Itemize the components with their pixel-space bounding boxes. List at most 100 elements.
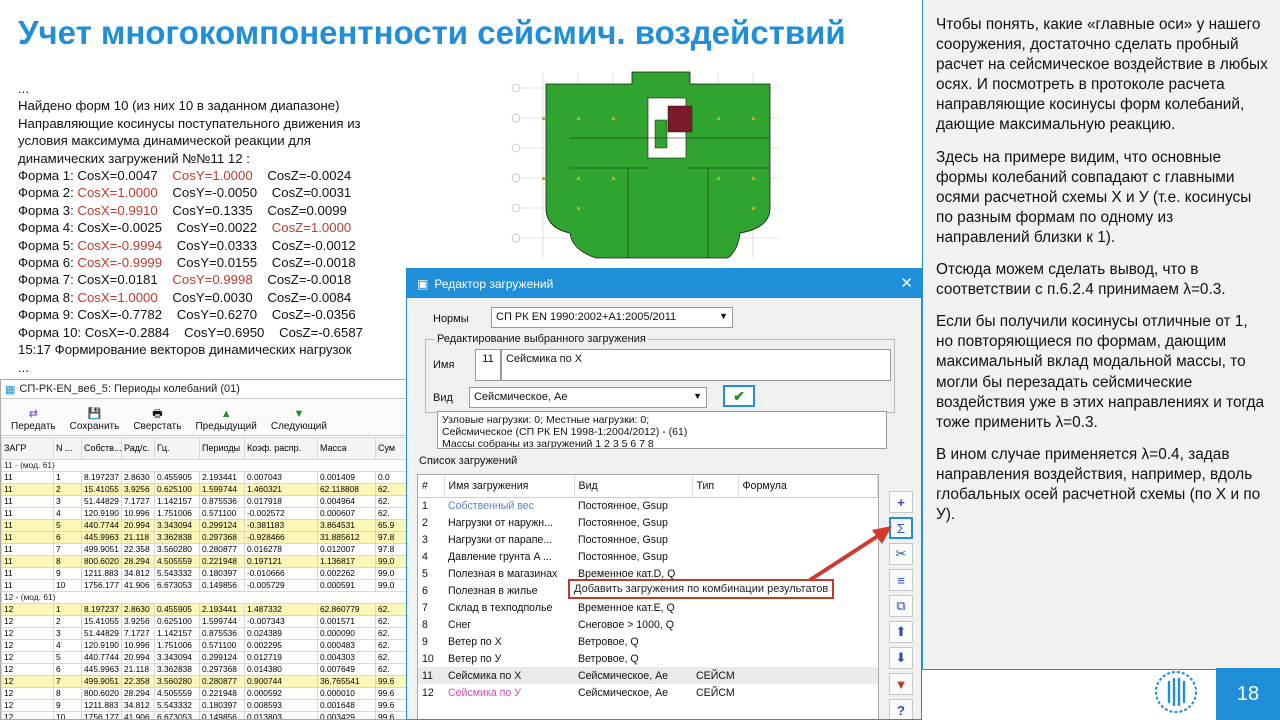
layout-button[interactable]: 🖶 Сверстать <box>133 408 181 432</box>
table-cell <box>692 599 738 616</box>
column-header[interactable]: Масса <box>317 437 376 460</box>
load-row[interactable]: 10 Ветер по У Ветровое, Q <box>418 650 878 667</box>
column-header[interactable]: N ... <box>53 437 82 460</box>
table-cell: 10.996 <box>121 639 155 652</box>
table-row[interactable]: 11 3 51.44829 7.1727 1.142157 0.875536 0.01791… <box>1 495 411 508</box>
table-row[interactable]: 12 8 800.6020 28.294 4.505559 0.221948 0.00059… <box>1 687 411 700</box>
table-row[interactable]: 11 9 1211.883 34.812 5.543332 0.180397 -0.0106… <box>1 567 411 580</box>
table-cell: 0.003429 <box>317 711 376 719</box>
load-row[interactable]: 8 Снег Снеговое > 1000, Q <box>418 616 878 633</box>
column-header[interactable]: Гц. <box>154 437 200 460</box>
cosine-label: Форма 5: <box>18 237 78 253</box>
table-row[interactable]: 11 2 15.41055 3.9256 0.625100 1.599744 1.46032… <box>1 483 411 496</box>
table-row[interactable]: 12 4 120.9190 10.996 1.751006 0.571100 0.00229… <box>1 639 411 652</box>
norms-select[interactable]: СП РК EN 1990:2002+A1:2005/2011 ▼ <box>491 307 733 328</box>
table-row[interactable]: 11 8 800.6020 28.294 4.505559 0.221948 0.19712… <box>1 555 411 568</box>
help-button[interactable]: ? <box>889 699 913 719</box>
move-down-button[interactable]: ⬇ <box>889 647 913 669</box>
table-cell: 3.362838 <box>154 663 200 676</box>
load-row[interactable]: 9 Ветер по X Ветровое, Q <box>418 633 878 650</box>
table-cell: Склад в техподполье <box>448 601 553 614</box>
table-cell: 11 <box>1 531 54 544</box>
table-cell: 0.001648 <box>317 699 376 712</box>
load-type-select[interactable]: Сейсмическое, Ae ▼ <box>469 387 707 408</box>
table-row[interactable]: 11 5 440.7744 20.994 3.343094 0.299124 -0.3811… <box>1 519 411 532</box>
table-cell: 3.343094 <box>154 651 200 664</box>
table-cell: 0.013803 <box>244 711 318 719</box>
table-cell <box>692 650 738 667</box>
table-row[interactable]: 11 1 8.197237 2.8630 0.455905 2.193441 0.00704… <box>1 471 411 484</box>
column-header[interactable]: Вид <box>574 475 693 498</box>
table-cell <box>738 599 878 616</box>
cosine-z: CosZ=-0.0018 <box>267 272 352 288</box>
table-cell: СЕЙСМ <box>696 686 735 699</box>
table-cell: 1.487332 <box>244 603 318 616</box>
cosine-label: Форма 1: <box>18 168 78 184</box>
move-up-button[interactable]: ⬆ <box>889 621 913 643</box>
load-name-input[interactable]: Сейсмика по X <box>501 349 891 381</box>
save-button[interactable]: 💾 Сохранить <box>70 408 120 432</box>
mode-shape-line: Форма 7: CosX=0.0181 CosY=0.9998 CosZ=-0… <box>18 271 413 288</box>
add-load-button[interactable]: + <box>889 491 913 513</box>
group-row[interactable]: 12 - (мод. 61) <box>1 591 411 604</box>
table-row[interactable]: 12 9 1211.883 34.812 5.543332 0.180397 0.00859… <box>1 699 411 712</box>
column-header[interactable]: Имя загружения <box>444 475 575 498</box>
column-header[interactable]: Формула <box>738 475 878 498</box>
table-cell <box>692 531 738 548</box>
cosine-z: CosZ=-0.0084 <box>267 289 352 305</box>
mode-shape-line: Форма 5: CosX=-0.9994 CosY=0.0333 CosZ=-… <box>18 237 413 254</box>
filter-button[interactable]: ▼ <box>889 673 913 695</box>
column-header[interactable]: # <box>418 475 445 498</box>
apply-checkmark-button[interactable]: ✔ <box>723 385 755 407</box>
table-cell <box>692 616 738 633</box>
table-cell: 12 <box>1 615 54 628</box>
column-header[interactable]: Периоды <box>199 437 245 460</box>
load-row[interactable]: 1 Собственный вес Постоянное, Gsup <box>418 497 878 514</box>
copy-load-button[interactable]: ⧉ <box>889 595 913 617</box>
table-cell: 3 <box>53 495 82 508</box>
close-icon[interactable]: ✕ <box>900 274 913 292</box>
table-row[interactable]: 12 1 8.197237 2.8630 0.455905 2.193441 1.48733… <box>1 603 411 616</box>
table-row[interactable]: 12 7 499.9051 22.358 3.560280 0.280877 0.90074… <box>1 675 411 688</box>
combination-tooltip: Добавить загружения по комбинации резуль… <box>568 579 835 599</box>
load-row[interactable]: 12 Сейсмика по У Сейсмическое, Ae СЕЙСМ <box>418 684 878 701</box>
previous-button[interactable]: ▲ Предыдущий <box>195 408 256 432</box>
table-row[interactable]: 12 5 440.7744 20.994 3.343094 0.299124 0.01271… <box>1 651 411 664</box>
table-row[interactable]: 11 6 445.9963 21.118 3.362838 0.297368 -0.9284… <box>1 531 411 544</box>
table-row[interactable]: 12 3 51.44829 7.1727 1.142157 0.875536 0.02438… <box>1 627 411 640</box>
transfer-button[interactable]: ⇄ Передать <box>11 408 56 432</box>
column-header[interactable]: Рад/с. <box>121 437 155 460</box>
column-header[interactable]: Собств... <box>81 437 122 460</box>
table-cell: 445.9963 <box>81 531 122 544</box>
table-cell: 15.41055 <box>81 483 122 496</box>
table-cell: 20.994 <box>121 519 155 532</box>
explanation-paragraph: В ином случае применяется λ=0.4, задав н… <box>936 445 1261 524</box>
table-cell: 1211.883 <box>81 699 122 712</box>
table-cell: 3.362838 <box>154 531 200 544</box>
group-row[interactable]: 11 - (мод. 61) <box>1 459 411 472</box>
column-header[interactable]: Тип <box>692 475 739 498</box>
table-row[interactable]: 11 4 120.9190 10.996 1.751006 0.571100 -0.0025… <box>1 507 411 520</box>
load-row[interactable]: 7 Склад в техподполье Временное кат.E, Q <box>418 599 878 616</box>
table-cell: 0.149856 <box>199 711 245 719</box>
column-header[interactable]: Коэф. распр. <box>244 437 318 460</box>
table-cell: 0.007649 <box>317 663 376 676</box>
table-row[interactable]: 12 2 15.41055 3.9256 0.625100 1.599744 -0.0073… <box>1 615 411 628</box>
table-row[interactable]: 12 10 1756.177 41.906 6.673053 0.149856 0.0138… <box>1 711 411 719</box>
table-cell: -0.010666 <box>244 567 318 580</box>
column-header[interactable]: ЗАГР <box>1 437 54 460</box>
table-row[interactable]: 12 6 445.9963 21.118 3.362838 0.297368 0.01438… <box>1 663 411 676</box>
table-cell: 0.625100 <box>154 483 200 496</box>
cosine-y: CosY=0.6950 <box>184 324 280 340</box>
table-cell: Полезная в магазинах <box>448 567 558 580</box>
load-row[interactable]: 11 Сейсмика по X Сейсмическое, Ae СЕЙСМ <box>418 667 878 684</box>
cosine-z: CosZ=0.0031 <box>271 185 352 201</box>
table-cell: 0.001409 <box>317 471 376 484</box>
table-row[interactable]: 11 10 1756.177 41.906 6.673053 0.149856 -0.005… <box>1 579 411 592</box>
table-cell: 1.751006 <box>154 507 200 520</box>
next-button[interactable]: ▼ Следующий <box>271 408 327 432</box>
table-row[interactable]: 11 7 499.9051 22.358 3.560280 0.280877 0.01627… <box>1 543 411 556</box>
explanation-paragraph: Чтобы понять, какие «главные оси» у наше… <box>936 16 1268 134</box>
table-cell: Снеговое > 1000, Q <box>578 618 674 631</box>
table-cell <box>738 684 878 701</box>
